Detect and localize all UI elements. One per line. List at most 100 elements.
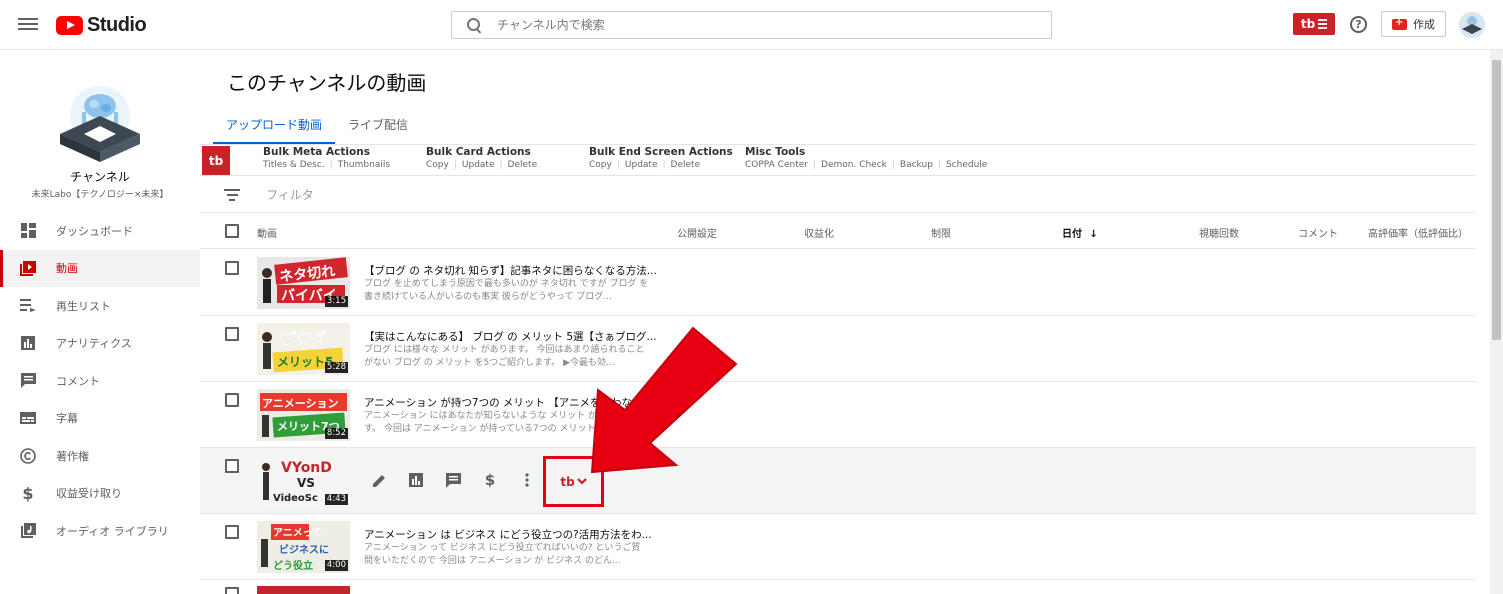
row-actions: $ — [368, 469, 553, 491]
thumbnails-link[interactable]: Thumbnails — [338, 160, 390, 170]
separator: | — [329, 160, 333, 170]
video-thumbnail[interactable]: アニメーション メリット7つ 8:52 — [257, 389, 350, 441]
card-copy-link[interactable]: Copy — [426, 160, 449, 170]
column-likes[interactable]: 高評価率（低評価比） — [1368, 225, 1468, 240]
row-checkbox[interactable] — [225, 393, 239, 407]
monetization-dollar-icon[interactable]: $ — [479, 469, 501, 491]
column-restrictions[interactable]: 制限 — [931, 225, 951, 240]
top-bar: Studio tb ? 作成 — [0, 0, 1503, 50]
tab-live[interactable]: ライブ配信 — [335, 108, 421, 144]
sidebar-item-dashboard[interactable]: ダッシュボード — [0, 212, 200, 250]
menu-icon[interactable] — [18, 15, 38, 33]
endscreen-delete-link[interactable]: Delete — [671, 160, 701, 170]
sidebar-item-subtitles[interactable]: 字幕 — [0, 400, 200, 438]
page-scrollbar[interactable] — [1490, 50, 1503, 594]
video-thumbnail[interactable]: ネタ切れ バイバイ 3:15 — [257, 257, 350, 309]
demon-check-link[interactable]: Demon. Check — [821, 160, 887, 170]
group-title: Bulk Card Actions — [426, 146, 531, 158]
create-button[interactable]: 作成 — [1381, 11, 1446, 37]
dollar-icon: $ — [22, 483, 34, 503]
video-title[interactable]: アニメーション が持つ7つの メリット 【アニメを使わない... — [364, 395, 664, 410]
copyright-icon — [20, 447, 36, 464]
comment-icon[interactable] — [442, 469, 464, 491]
separator: | — [616, 160, 620, 170]
sidebar-item-comments[interactable]: コメント — [0, 362, 200, 400]
sidebar-item-copyright[interactable]: 著作権 — [0, 437, 200, 475]
audio-library-icon — [20, 523, 36, 539]
video-title[interactable]: 【ブログ の ネタ切れ 知らず】記事ネタに困らなくなる方法... — [364, 263, 664, 278]
channel-avatar[interactable] — [54, 76, 146, 168]
row-checkbox[interactable] — [225, 525, 239, 539]
help-icon[interactable]: ? — [1350, 16, 1367, 33]
backup-link[interactable]: Backup — [900, 160, 933, 170]
video-thumbnail[interactable]: ブログ メリット5 5:28 — [257, 323, 350, 375]
card-update-link[interactable]: Update — [462, 160, 495, 170]
filter-bar: フィルタ — [200, 177, 1476, 213]
youtube-studio-logo[interactable]: Studio — [56, 12, 147, 38]
tubebuddy-logo-text: tb — [560, 474, 575, 489]
card-delete-link[interactable]: Delete — [508, 160, 538, 170]
bulk-card-actions: Bulk Card Actions Copy | Update | Delete — [426, 146, 537, 170]
search-input[interactable] — [497, 18, 1037, 32]
table-row[interactable]: VYonD VS VideoSc 4:43 $ tb — [200, 448, 1476, 514]
bulk-meta-actions: Bulk Meta Actions Titles & Desc. | Thumbna… — [263, 146, 390, 170]
table-row[interactable] — [200, 580, 1476, 594]
column-views[interactable]: 視聴回数 — [1199, 225, 1239, 240]
sidebar-item-label: ダッシュボード — [56, 224, 133, 238]
endscreen-copy-link[interactable]: Copy — [589, 160, 612, 170]
endscreen-update-link[interactable]: Update — [625, 160, 658, 170]
thumbnail-text-line: どう役立 — [273, 559, 313, 572]
video-thumbnail[interactable]: アニメって ビジネスに どう役立 4:00 — [257, 521, 350, 573]
tubebuddy-menu-button[interactable]: tb — [1293, 13, 1335, 35]
video-icon — [20, 260, 36, 276]
sidebar-item-playlists[interactable]: 再生リスト — [0, 287, 200, 325]
sidebar-item-earn[interactable]: $ 収益受け取り — [0, 475, 200, 513]
column-comments[interactable]: コメント — [1298, 225, 1338, 240]
video-duration: 8:52 — [324, 428, 348, 439]
column-date[interactable]: 日付 ↓ — [1062, 225, 1098, 240]
tab-uploads[interactable]: アップロード動画 — [213, 108, 336, 144]
column-monetization[interactable]: 収益化 — [804, 225, 834, 240]
video-thumbnail[interactable] — [257, 586, 350, 594]
sidebar-item-analytics[interactable]: アナリティクス — [0, 325, 200, 363]
analytics-icon[interactable] — [405, 469, 427, 491]
video-title[interactable]: アニメーション は ビジネス にどう役立つの?活用方法をわ... — [364, 527, 664, 542]
sidebar-item-label: 字幕 — [56, 412, 78, 426]
table-row[interactable]: アニメって ビジネスに どう役立 4:00 アニメーション は ビジネス にどう… — [200, 514, 1476, 580]
edit-pencil-icon[interactable] — [368, 469, 390, 491]
tubebuddy-logo[interactable]: tb — [202, 146, 230, 175]
scrollbar-thumb[interactable] — [1492, 60, 1501, 340]
account-avatar[interactable] — [1459, 12, 1485, 38]
sidebar-item-videos[interactable]: 動画 — [0, 249, 200, 287]
video-thumbnail[interactable]: VYonD VS VideoSc 4:43 — [257, 455, 350, 507]
separator: | — [937, 160, 941, 170]
row-checkbox[interactable] — [225, 459, 239, 473]
sidebar-item-label: コメント — [56, 374, 100, 388]
dashboard-icon — [20, 223, 36, 239]
video-title[interactable]: 【実はこんなにある】 ブログ の メリット 5選【さぁブログ... — [364, 329, 664, 344]
table-row[interactable]: ブログ メリット5 5:28 【実はこんなにある】 ブログ の メリット 5選【… — [200, 316, 1476, 382]
table-row[interactable]: アニメーション メリット7つ 8:52 アニメーション が持つ7つの メリット … — [200, 382, 1476, 448]
table-row[interactable]: ネタ切れ バイバイ 3:15 【ブログ の ネタ切れ 知らず】記事ネタに困らなく… — [200, 250, 1476, 316]
schedule-link[interactable]: Schedule — [946, 160, 987, 170]
video-description: アニメーション にはあなたが知らないような メリット がありま ります。 今回は… — [364, 411, 645, 434]
youtube-play-icon — [56, 15, 83, 35]
column-visibility[interactable]: 公開設定 — [677, 225, 717, 240]
coppa-center-link[interactable]: COPPA Center — [745, 160, 808, 170]
sidebar-item-audio-library[interactable]: オーディオ ライブラリ — [0, 512, 200, 550]
more-options-icon[interactable] — [516, 469, 538, 491]
video-description: アニメーション って ビジネス にどう役立てればいいの? というご質問をいただく… — [364, 543, 641, 566]
select-all-checkbox[interactable] — [225, 224, 239, 238]
tubebuddy-row-menu-button[interactable]: tb — [543, 456, 604, 507]
thumbnail-text-line: アニメって — [273, 527, 322, 539]
titles-desc-link[interactable]: Titles & Desc. — [263, 160, 325, 170]
filter-input[interactable]: フィルタ — [266, 186, 314, 203]
row-checkbox[interactable] — [225, 261, 239, 275]
row-checkbox[interactable] — [225, 327, 239, 341]
sidebar-item-label: 再生リスト — [56, 299, 111, 313]
row-checkbox[interactable] — [225, 587, 239, 594]
search-icon[interactable] — [467, 18, 481, 32]
search-box[interactable] — [451, 11, 1052, 39]
filter-icon[interactable] — [224, 189, 240, 201]
thumbnail-text-line: VYonD — [281, 460, 332, 476]
